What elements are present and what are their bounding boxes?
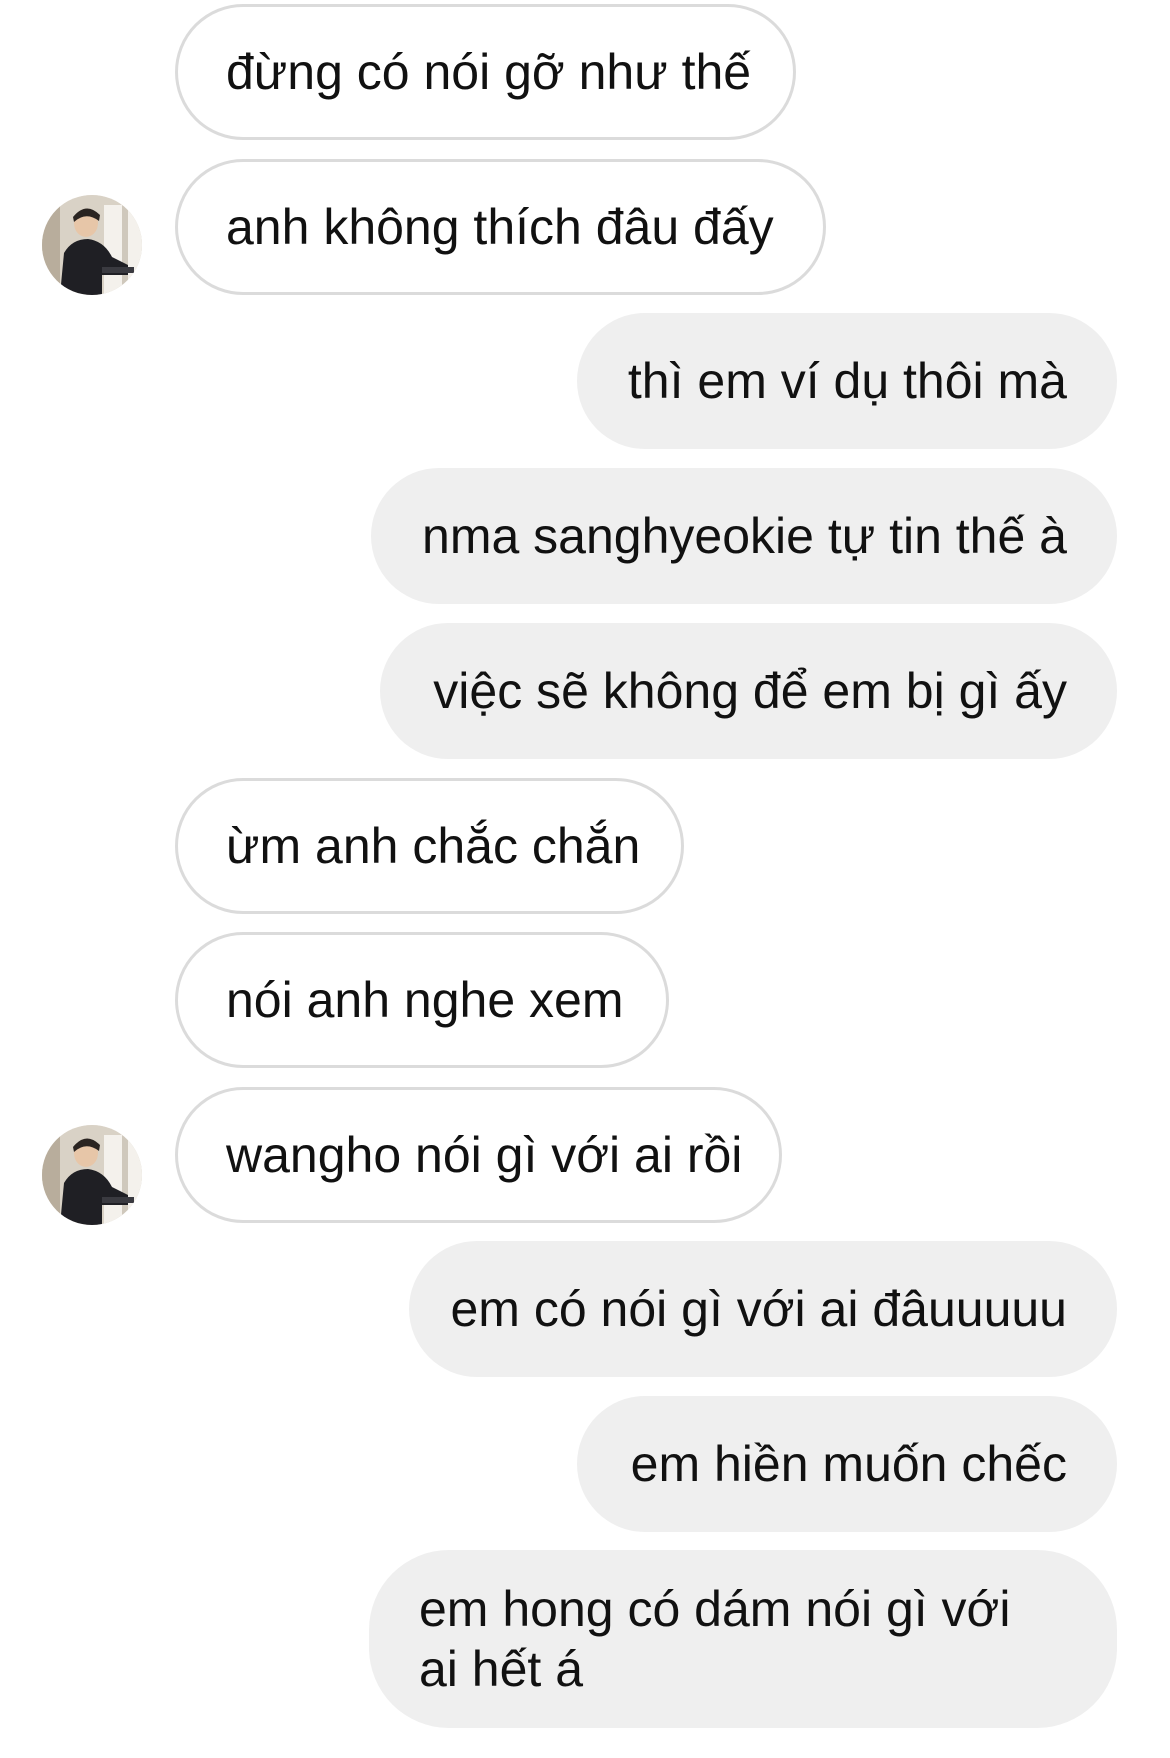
chat-thread: đừng có nói gỡ như thế anh không thích đ… bbox=[0, 0, 1170, 1758]
message-bubble-incoming[interactable]: anh không thích đâu đấy bbox=[175, 159, 826, 295]
message-text: việc sẽ không để em bị gì ấy bbox=[433, 663, 1067, 719]
message-bubble-outgoing[interactable]: em có nói gì với ai đâuuuuu bbox=[409, 1241, 1117, 1377]
message-bubble-outgoing[interactable]: thì em ví dụ thôi mà bbox=[577, 313, 1117, 449]
message-text: anh không thích đâu đấy bbox=[226, 199, 774, 255]
message-text: em hiền muốn chếc bbox=[630, 1436, 1067, 1492]
message-bubble-incoming[interactable]: nói anh nghe xem bbox=[175, 932, 669, 1068]
message-text: em hong có dám nói gì với ai hết á bbox=[419, 1581, 1011, 1697]
message-text: wangho nói gì với ai rồi bbox=[226, 1127, 743, 1183]
message-bubble-outgoing[interactable]: việc sẽ không để em bị gì ấy bbox=[380, 623, 1117, 759]
message-bubble-outgoing[interactable]: nma sanghyeokie tự tin thế à bbox=[371, 468, 1117, 604]
user-photo-icon bbox=[42, 195, 142, 295]
message-bubble-incoming[interactable]: đừng có nói gỡ như thế bbox=[175, 4, 796, 140]
user-photo-icon bbox=[42, 1125, 142, 1225]
message-bubble-outgoing[interactable]: em hong có dám nói gì với ai hết á bbox=[369, 1550, 1117, 1728]
message-text: em có nói gì với ai đâuuuuu bbox=[450, 1281, 1067, 1337]
message-bubble-outgoing[interactable]: em hiền muốn chếc bbox=[577, 1396, 1117, 1532]
sender-avatar[interactable] bbox=[42, 1125, 142, 1225]
message-text: nói anh nghe xem bbox=[226, 972, 624, 1028]
message-text: đừng có nói gỡ như thế bbox=[226, 44, 752, 100]
message-bubble-incoming[interactable]: wangho nói gì với ai rồi bbox=[175, 1087, 782, 1223]
message-bubble-incoming[interactable]: ừm anh chắc chắn bbox=[175, 778, 684, 914]
message-text: ừm anh chắc chắn bbox=[226, 818, 641, 874]
message-text: nma sanghyeokie tự tin thế à bbox=[422, 508, 1067, 564]
message-text: thì em ví dụ thôi mà bbox=[627, 353, 1067, 409]
sender-avatar[interactable] bbox=[42, 195, 142, 295]
